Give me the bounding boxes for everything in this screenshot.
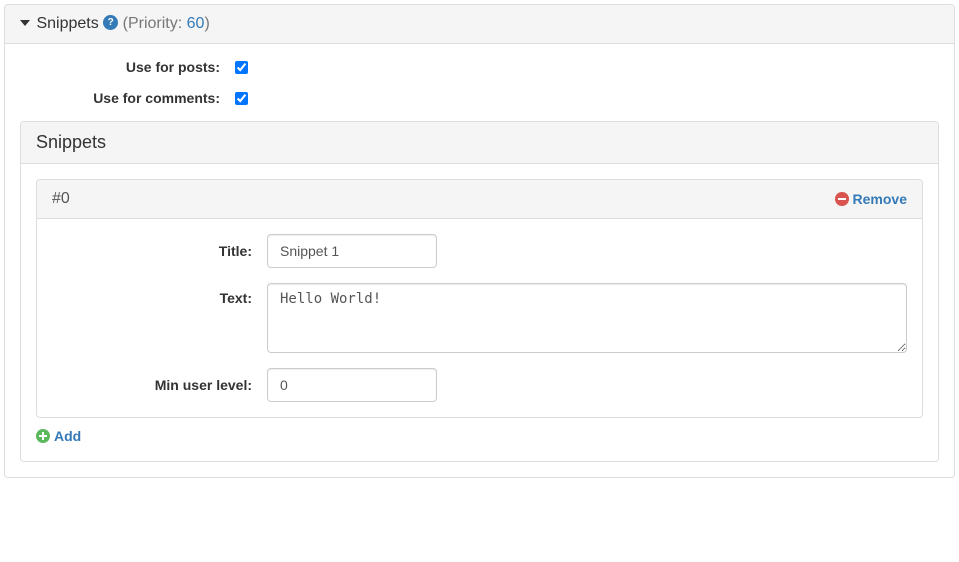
min-level-input[interactable] [267,368,437,402]
snippets-list-panel: Snippets #0 Remove Title: [20,121,939,462]
priority-label: Priority: [128,15,182,32]
snippets-list-body: #0 Remove Title: [21,164,938,461]
add-button[interactable]: Add [36,428,81,444]
remove-button[interactable]: Remove [835,191,907,207]
text-label: Text: [52,283,267,306]
snippet-item: #0 Remove Title: [36,179,923,418]
snippet-item-body: Title: Text: Min user le [37,219,922,417]
snippet-index: #0 [52,190,70,208]
text-input[interactable] [267,283,907,353]
title-input[interactable] [267,234,437,268]
use-for-posts-checkbox[interactable] [235,61,248,74]
priority-wrap: (Priority: 60) [123,15,210,32]
use-for-posts-label: Use for posts: [20,59,235,75]
caret-down-icon [20,20,30,26]
use-for-comments-checkbox[interactable] [235,92,248,105]
help-icon[interactable]: ? [103,15,118,30]
snippets-list-heading: Snippets [21,122,938,164]
panel-heading[interactable]: Snippets ? (Priority: 60) [5,5,954,44]
snippets-panel: Snippets ? (Priority: 60) Use for posts:… [4,4,955,478]
title-label: Title: [52,243,267,259]
text-group: Text: [52,283,907,353]
remove-label: Remove [853,191,907,207]
use-for-comments-group: Use for comments: [20,90,939,106]
remove-icon [835,192,849,206]
panel-body: Use for posts: Use for comments: Snippet… [5,44,954,477]
snippet-item-heading: #0 Remove [37,180,922,219]
title-group: Title: [52,234,907,268]
panel-title: Snippets [36,15,98,32]
add-icon [36,429,50,443]
priority-value[interactable]: 60 [187,15,205,32]
min-level-group: Min user level: [52,368,907,402]
min-level-label: Min user level: [52,377,267,393]
use-for-posts-group: Use for posts: [20,59,939,75]
add-label: Add [54,428,81,444]
use-for-comments-label: Use for comments: [20,90,235,106]
